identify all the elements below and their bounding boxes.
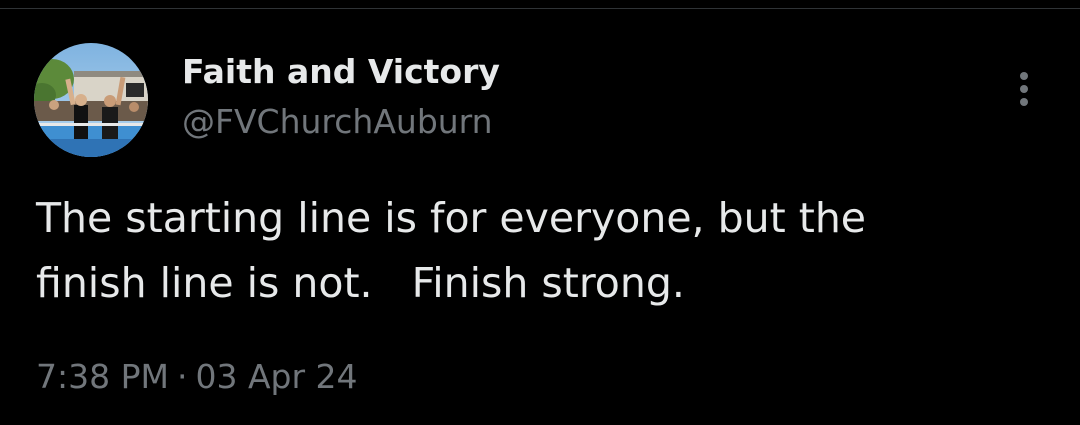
author-display-name[interactable]: Faith and Victory [182,50,500,94]
tweet-timestamp: 7:38 PM · 03 Apr 24 [36,352,358,402]
more-options-button[interactable] [1004,64,1044,114]
tweet-text: The starting line is for everyone, but t… [36,186,1046,316]
tweet-text-line-2: finish line is not. Finish strong. [36,259,685,307]
more-vertical-icon [1020,72,1028,106]
timestamp-separator: · [176,357,188,396]
author-handle[interactable]: @FVChurchAuburn [182,100,493,144]
tweet-card: Faith and Victory @FVChurchAuburn The st… [0,0,1080,425]
avatar-photo [34,43,148,157]
avatar[interactable] [34,43,148,157]
tweet-date-link[interactable]: 03 Apr 24 [195,357,357,396]
top-divider [0,8,1080,9]
tweet-text-line-1: The starting line is for everyone, but t… [36,194,867,242]
tweet-time-link[interactable]: 7:38 PM [36,357,169,396]
